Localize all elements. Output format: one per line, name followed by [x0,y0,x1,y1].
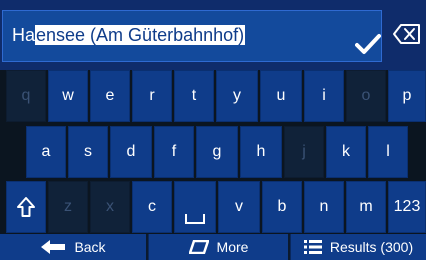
check-icon[interactable] [355,33,381,55]
key-k[interactable]: k [326,126,366,178]
key-g[interactable]: g [196,126,238,178]
key-v[interactable]: v [218,181,260,233]
more-button[interactable]: More [148,234,288,260]
key-t[interactable]: t [174,70,214,122]
space-key[interactable] [174,181,216,233]
key-w[interactable]: w [48,70,88,122]
key-u[interactable]: u [260,70,302,122]
backspace-icon[interactable] [392,16,422,52]
numbers-key[interactable]: 123 [388,181,426,233]
key-y[interactable]: y [216,70,258,122]
results-button[interactable]: Results (300) [290,234,426,260]
list-icon [303,240,322,254]
typed-text: Ha [12,25,36,45]
shift-icon [17,197,35,217]
more-icon [188,240,209,254]
search-header: Haensee (Am Güterbahnhof) [0,0,426,70]
key-z: z [48,181,88,233]
key-b[interactable]: b [262,181,302,233]
key-c[interactable]: c [132,181,172,233]
key-p[interactable]: p [388,70,426,122]
key-s[interactable]: s [68,126,108,178]
key-f[interactable]: f [154,126,194,178]
search-text: Haensee (Am Güterbahnhof) [12,25,246,46]
key-q: q [6,70,46,122]
key-d[interactable]: d [110,126,152,178]
key-o: o [346,70,386,122]
key-e[interactable]: e [90,70,130,122]
space-icon [185,214,205,224]
back-label: Back [74,239,106,255]
key-l[interactable]: l [368,126,408,178]
key-n[interactable]: n [304,181,344,233]
arrow-left-icon [41,240,66,254]
key-i[interactable]: i [304,70,344,122]
key-x: x [90,181,130,233]
keyboard: q w e r t y u i o p a s d f g h j k l z … [0,70,426,234]
key-m[interactable]: m [346,181,386,233]
more-label: More [216,239,249,255]
bottom-bar: Back More Results (300) [0,234,426,260]
autocomplete-suggestion: ensee (Am Güterbahnhof) [35,25,246,45]
key-r[interactable]: r [132,70,172,122]
key-h[interactable]: h [240,126,282,178]
key-j: j [284,126,324,178]
search-input[interactable]: Haensee (Am Güterbahnhof) [2,10,382,62]
key-a[interactable]: a [26,126,66,178]
results-label: Results (300) [329,239,414,255]
back-button[interactable]: Back [0,234,146,260]
shift-key[interactable] [6,181,46,233]
